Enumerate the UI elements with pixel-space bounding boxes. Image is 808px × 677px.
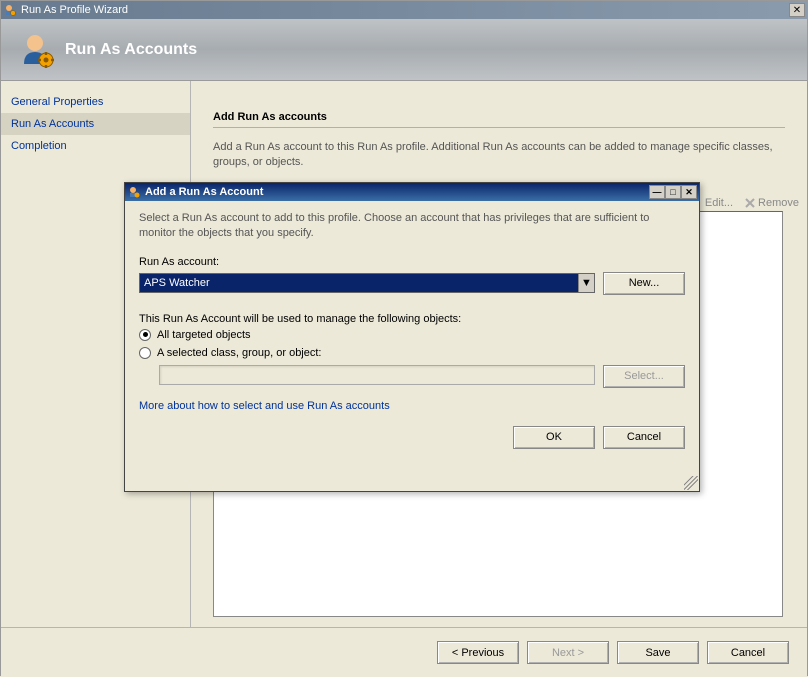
selected-object-textbox [159, 365, 595, 385]
sidebar-item-label: Run As Accounts [11, 118, 94, 130]
sidebar-item-run-as-accounts[interactable]: Run As Accounts [1, 113, 190, 135]
select-object-button[interactable]: Select... [603, 365, 685, 388]
sidebar-item-general-properties[interactable]: General Properties [1, 91, 190, 113]
minimize-button[interactable]: ― [649, 185, 665, 199]
help-link[interactable]: More about how to select and use Run As … [139, 400, 685, 412]
run-as-account-dropdown[interactable]: APS Watcher ▼ [139, 273, 595, 293]
heading-divider [213, 127, 785, 128]
app-icon [3, 3, 17, 17]
list-toolbar: Edit... Remove [690, 197, 799, 209]
usage-label: This Run As Account will be used to mana… [139, 313, 685, 325]
dialog-description: Select a Run As account to add to this p… [139, 211, 685, 242]
chevron-down-icon: ▼ [578, 274, 594, 292]
dropdown-value: APS Watcher [144, 277, 210, 289]
save-button[interactable]: Save [617, 641, 699, 664]
ok-button[interactable]: OK [513, 426, 595, 449]
x-icon [745, 198, 755, 208]
dialog-close-button[interactable]: ✕ [681, 185, 697, 199]
banner-icon [19, 32, 55, 68]
resize-grip[interactable] [684, 476, 698, 490]
banner-title: Run As Accounts [65, 41, 197, 59]
dialog-titlebar: Add a Run As Account ― □ ✕ [125, 183, 699, 201]
add-run-as-account-dialog: Add a Run As Account ― □ ✕ Select a Run … [124, 182, 700, 492]
dialog-icon [127, 185, 141, 199]
remove-button[interactable]: Remove [745, 197, 799, 209]
dialog-footer: OK Cancel [139, 412, 685, 449]
page-heading: Add Run As accounts [213, 111, 785, 123]
radio-label: A selected class, group, or object: [157, 347, 321, 359]
dialog-cancel-button[interactable]: Cancel [603, 426, 685, 449]
radio-label: All targeted objects [157, 329, 251, 341]
cancel-button[interactable]: Cancel [707, 641, 789, 664]
radio-selected-class[interactable]: A selected class, group, or object: [139, 347, 685, 359]
previous-button[interactable]: < Previous [437, 641, 519, 664]
account-label: Run As account: [139, 256, 685, 268]
maximize-button[interactable]: □ [665, 185, 681, 199]
window-titlebar: Run As Profile Wizard ✕ [1, 1, 807, 19]
dialog-title: Add a Run As Account [145, 186, 649, 198]
remove-label: Remove [758, 197, 799, 209]
window-title: Run As Profile Wizard [21, 4, 789, 16]
wizard-window: Run As Profile Wizard ✕ Run As Accounts … [0, 0, 808, 676]
sidebar-item-label: Completion [11, 140, 67, 152]
page-description: Add a Run As account to this Run As prof… [213, 140, 785, 171]
next-button[interactable]: Next > [527, 641, 609, 664]
sidebar-item-label: General Properties [11, 96, 103, 108]
sidebar-item-completion[interactable]: Completion [1, 135, 190, 157]
radio-icon [139, 347, 151, 359]
wizard-footer: < Previous Next > Save Cancel [1, 627, 807, 677]
banner: Run As Accounts [1, 19, 807, 81]
dialog-window-buttons: ― □ ✕ [649, 185, 697, 199]
dialog-body: Select a Run As account to add to this p… [125, 201, 699, 491]
edit-label: Edit... [705, 197, 733, 209]
close-button[interactable]: ✕ [789, 3, 805, 17]
radio-all-targeted[interactable]: All targeted objects [139, 329, 685, 341]
new-account-button[interactable]: New... [603, 272, 685, 295]
radio-icon [139, 329, 151, 341]
